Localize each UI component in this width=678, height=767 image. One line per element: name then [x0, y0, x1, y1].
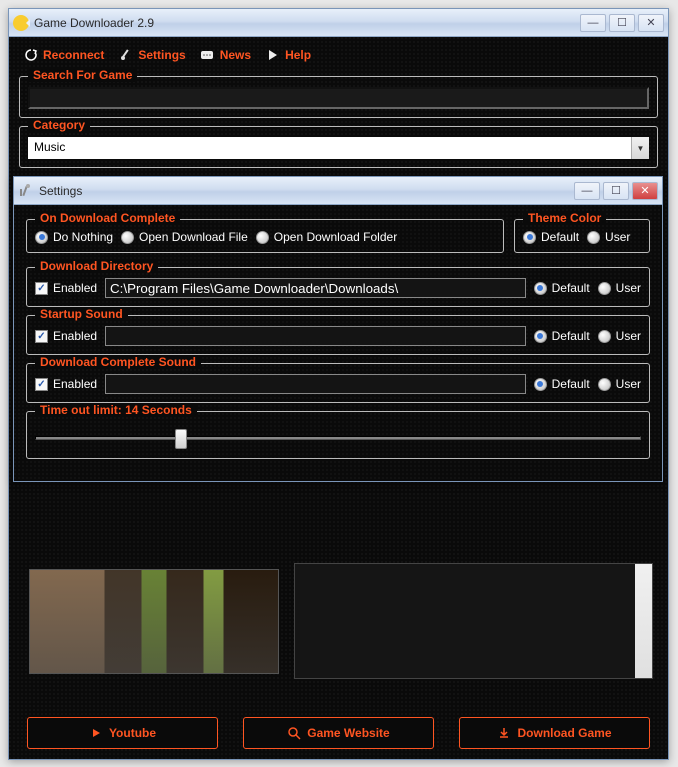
timeout-fieldset: Time out limit: 14 Seconds	[26, 411, 650, 459]
startup-sound-user[interactable]: User	[598, 329, 641, 343]
settings-window: Settings — ☐ ✕ On Download Complete Do N…	[13, 176, 663, 482]
settings-title: Settings	[39, 184, 574, 198]
settings-titlebar[interactable]: Settings — ☐ ✕	[14, 177, 662, 205]
checkbox-icon: ✓	[35, 282, 48, 295]
radio-icon	[598, 282, 611, 295]
settings-label: Settings	[138, 48, 185, 62]
help-button[interactable]: Help	[265, 47, 311, 62]
checkbox-icon: ✓	[35, 378, 48, 391]
category-fieldset: Category Music ▼	[19, 126, 658, 168]
info-panel	[294, 563, 653, 679]
website-button[interactable]: Game Website	[243, 717, 434, 749]
radio-icon	[598, 330, 611, 343]
search-fieldset: Search For Game	[19, 76, 658, 118]
download-button[interactable]: Download Game	[459, 717, 650, 749]
on-complete-open-folder[interactable]: Open Download Folder	[256, 230, 397, 244]
theme-default[interactable]: Default	[523, 230, 579, 244]
search-input[interactable]	[28, 87, 649, 109]
slider-thumb[interactable]	[175, 429, 187, 449]
app-icon	[13, 15, 29, 31]
search-icon	[287, 726, 301, 740]
reconnect-button[interactable]: Reconnect	[23, 47, 104, 62]
radio-icon	[534, 378, 547, 391]
settings-body: On Download Complete Do Nothing Open Dow…	[14, 205, 662, 481]
scrollbar[interactable]	[635, 564, 652, 678]
main-titlebar[interactable]: Game Downloader 2.9 — ☐ ✕	[9, 9, 668, 37]
startup-sound-default[interactable]: Default	[534, 329, 590, 343]
startup-sound-path[interactable]	[105, 326, 526, 346]
complete-sound-fieldset: Download Complete Sound ✓Enabled Default…	[26, 363, 650, 403]
radio-icon	[534, 282, 547, 295]
timeout-legend: Time out limit: 14 Seconds	[35, 403, 197, 417]
checkbox-icon: ✓	[35, 330, 48, 343]
website-label: Game Website	[307, 726, 389, 740]
radio-icon	[523, 231, 536, 244]
theme-user[interactable]: User	[587, 230, 630, 244]
game-image	[30, 570, 278, 673]
download-label: Download Game	[517, 726, 611, 740]
complete-sound-path[interactable]	[105, 374, 526, 394]
category-value: Music	[28, 137, 631, 159]
chevron-down-icon: ▼	[631, 137, 649, 159]
on-complete-nothing[interactable]: Do Nothing	[35, 230, 113, 244]
download-dir-legend: Download Directory	[35, 259, 158, 273]
on-complete-open-file[interactable]: Open Download File	[121, 230, 248, 244]
category-legend: Category	[28, 118, 90, 132]
settings-button[interactable]: Settings	[118, 47, 185, 62]
complete-sound-enabled[interactable]: ✓Enabled	[35, 377, 97, 391]
settings-close-button[interactable]: ✕	[632, 182, 658, 200]
theme-fieldset: Theme Color Default User	[514, 219, 650, 253]
news-label: News	[220, 48, 251, 62]
complete-sound-user[interactable]: User	[598, 377, 641, 391]
youtube-button[interactable]: Youtube	[27, 717, 218, 749]
download-dir-fieldset: Download Directory ✓Enabled Default User	[26, 267, 650, 307]
settings-maximize-button[interactable]: ☐	[603, 182, 629, 200]
radio-icon	[587, 231, 600, 244]
reconnect-label: Reconnect	[43, 48, 104, 62]
radio-icon	[534, 330, 547, 343]
download-icon	[497, 726, 511, 740]
on-complete-legend: On Download Complete	[35, 211, 180, 225]
minimize-button[interactable]: —	[580, 14, 606, 32]
radio-icon	[256, 231, 269, 244]
youtube-label: Youtube	[109, 726, 156, 740]
news-button[interactable]: News	[200, 47, 251, 62]
settings-icon	[118, 47, 133, 62]
close-button[interactable]: ✕	[638, 14, 664, 32]
startup-sound-legend: Startup Sound	[35, 307, 128, 321]
news-icon	[200, 47, 215, 62]
download-dir-user[interactable]: User	[598, 281, 641, 295]
play-icon	[89, 726, 103, 740]
game-thumbnail[interactable]	[29, 569, 279, 674]
startup-sound-fieldset: Startup Sound ✓Enabled Default User	[26, 315, 650, 355]
radio-icon	[35, 231, 48, 244]
search-legend: Search For Game	[28, 68, 137, 82]
settings-minimize-button[interactable]: —	[574, 182, 600, 200]
maximize-button[interactable]: ☐	[609, 14, 635, 32]
help-label: Help	[285, 48, 311, 62]
complete-sound-legend: Download Complete Sound	[35, 355, 201, 369]
category-combobox[interactable]: Music ▼	[28, 137, 649, 159]
timeout-slider[interactable]	[35, 436, 641, 440]
radio-icon	[121, 231, 134, 244]
download-dir-default[interactable]: Default	[534, 281, 590, 295]
download-dir-path[interactable]	[105, 278, 526, 298]
main-title: Game Downloader 2.9	[34, 16, 580, 30]
complete-sound-default[interactable]: Default	[534, 377, 590, 391]
toolbar: Reconnect Settings News Help	[19, 43, 658, 70]
theme-legend: Theme Color	[523, 211, 606, 225]
bottom-buttons: Youtube Game Website Download Game	[27, 717, 650, 749]
radio-icon	[598, 378, 611, 391]
startup-sound-enabled[interactable]: ✓Enabled	[35, 329, 97, 343]
help-icon	[265, 47, 280, 62]
settings-window-icon	[18, 183, 34, 199]
reconnect-icon	[23, 47, 38, 62]
download-dir-enabled[interactable]: ✓Enabled	[35, 281, 97, 295]
on-complete-fieldset: On Download Complete Do Nothing Open Dow…	[26, 219, 504, 253]
